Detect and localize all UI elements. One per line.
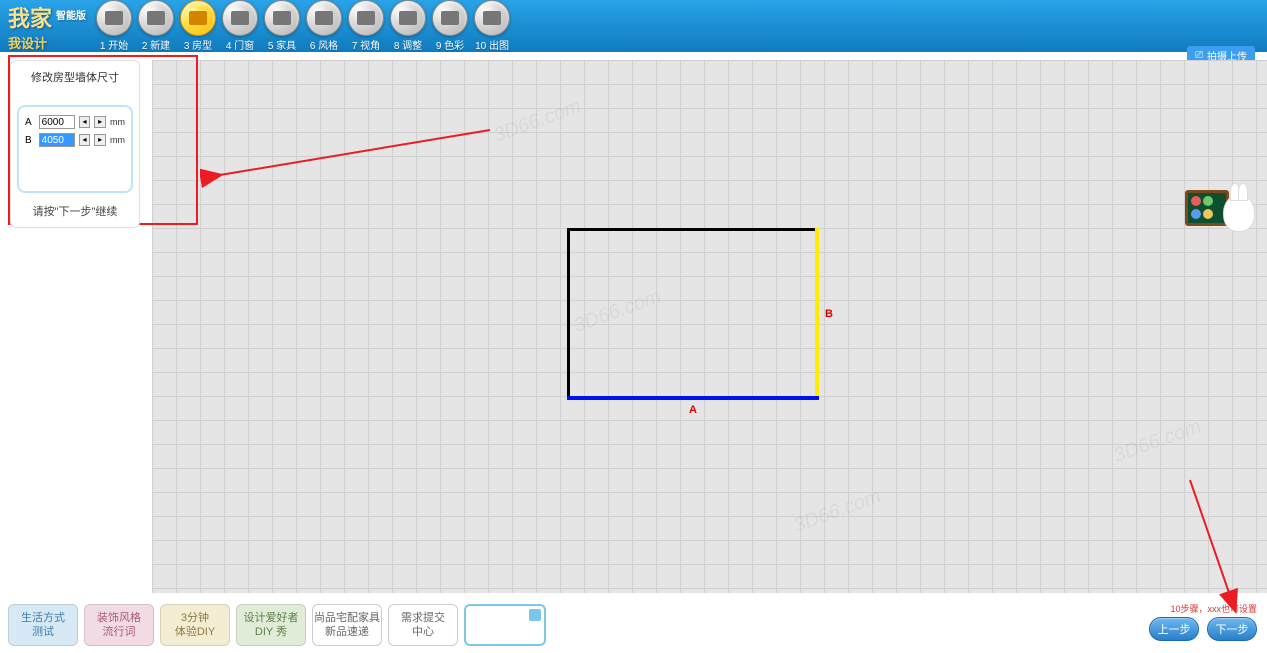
dim-input-a[interactable]: [39, 115, 75, 129]
bottom-tab-4[interactable]: 尚品宅配家具新品速递: [312, 604, 382, 646]
step-circle-icon: [306, 0, 342, 36]
step-2[interactable]: 2 新建: [138, 0, 174, 52]
logo-script: 我设计: [8, 33, 52, 52]
step-7[interactable]: 7 视角: [348, 0, 384, 52]
dim-label: A: [25, 117, 35, 128]
wizard-steps: 1 开始 2 新建 3 房型 4 门窗 5 家具 6 风格 7 视角 8 调整 9 色彩 10 出…: [96, 0, 510, 52]
step-circle-icon: [264, 0, 300, 36]
step-label: 9 色彩: [436, 37, 464, 52]
mascot: [1185, 190, 1255, 240]
wall-left[interactable]: [567, 228, 570, 400]
step-label: 8 调整: [394, 37, 422, 52]
dim-unit: mm: [110, 135, 125, 145]
step-circle-icon: [432, 0, 468, 36]
step-label: 7 视角: [352, 37, 380, 52]
bottom-tab-0[interactable]: 生活方式测试: [8, 604, 78, 646]
wall-bottom-a[interactable]: [567, 396, 819, 400]
step-6[interactable]: 6 风格: [306, 0, 342, 52]
dimension-box: A ◂▸ mm B ◂▸ mm: [17, 105, 133, 193]
logo-main: 我家: [8, 1, 52, 33]
step-label: 6 风格: [310, 37, 338, 52]
step-3[interactable]: 3 房型: [180, 0, 216, 52]
bottom-tab-3[interactable]: 设计爱好者DIY 秀: [236, 604, 306, 646]
wall-right-b[interactable]: [815, 228, 819, 400]
step-circle-icon: [138, 0, 174, 36]
dim-input-b[interactable]: [39, 133, 75, 147]
watermark: 3D66.com: [1111, 415, 1205, 468]
step-circle-icon: [348, 0, 384, 36]
step-label: 2 新建: [142, 37, 170, 52]
dim-label: B: [25, 135, 35, 146]
tab-label: 装饰风格流行词: [97, 611, 141, 640]
tab-label: 3分钟体验DIY: [175, 611, 215, 640]
dim-decrease-button[interactable]: ◂: [79, 116, 91, 128]
panel-title: 修改房型墙体尺寸: [17, 69, 133, 85]
tab-label: 需求提交中心: [401, 611, 445, 640]
step-label: 1 开始: [100, 37, 128, 52]
step-circle-icon: [222, 0, 258, 36]
dim-increase-button[interactable]: ▸: [94, 116, 106, 128]
room-rectangle[interactable]: A B: [567, 228, 819, 400]
step-circle-icon: [474, 0, 510, 36]
tab-label: 尚品宅配家具新品速递: [314, 611, 380, 640]
watermark: 3D66.com: [791, 485, 885, 538]
step-10[interactable]: 10 出图: [474, 0, 510, 52]
chat-box[interactable]: [464, 604, 546, 646]
dimension-marker-b: B: [825, 308, 833, 320]
app-header: 我家 我设计 智能版 1 开始 2 新建 3 房型 4 门窗 5 家具 6 风格 7 视角 8…: [0, 0, 1267, 52]
logo-sub: 智能版: [56, 7, 86, 22]
step-1[interactable]: 1 开始: [96, 0, 132, 52]
step-8[interactable]: 8 调整: [390, 0, 426, 52]
app-logo: 我家 我设计 智能版: [8, 1, 86, 52]
dim-unit: mm: [110, 117, 125, 127]
tab-label: 设计爱好者DIY 秀: [244, 611, 299, 640]
panel-hint: 请按"下一步"继续: [17, 203, 133, 219]
bunny-icon: [1223, 194, 1255, 232]
bottom-bar: 生活方式测试 装饰风格流行词 3分钟体验DIY 设计爱好者DIY 秀尚品宅配家具新品速…: [0, 597, 1267, 653]
step-label: 5 家具: [268, 37, 296, 52]
bottom-tab-5[interactable]: 需求提交中心: [388, 604, 458, 646]
step-label: 4 门窗: [226, 37, 254, 52]
step-circle-icon: [390, 0, 426, 36]
step-label: 10 出图: [475, 37, 509, 52]
dim-decrease-button[interactable]: ◂: [79, 134, 91, 146]
annotation-arrow-1: [200, 120, 500, 200]
annotation-arrow-2: [1180, 470, 1260, 630]
tab-label: 生活方式测试: [21, 611, 65, 640]
step-circle-icon: [96, 0, 132, 36]
step-circle-icon: [180, 0, 216, 36]
step-5[interactable]: 5 家具: [264, 0, 300, 52]
dimension-marker-a: A: [689, 404, 697, 416]
watermark: 3D66.com: [491, 95, 585, 148]
step-label: 3 房型: [184, 37, 212, 52]
step-9[interactable]: 9 色彩: [432, 0, 468, 52]
dim-row-b: B ◂▸ mm: [25, 133, 125, 147]
dimension-panel: 修改房型墙体尺寸 A ◂▸ mm B ◂▸ mm 请按"下一步"继续: [10, 60, 140, 228]
wall-top[interactable]: [567, 228, 819, 231]
dim-increase-button[interactable]: ▸: [94, 134, 106, 146]
chat-icon: [529, 609, 541, 621]
step-4[interactable]: 4 门窗: [222, 0, 258, 52]
dim-row-a: A ◂▸ mm: [25, 115, 125, 129]
bottom-tab-2[interactable]: 3分钟体验DIY: [160, 604, 230, 646]
bottom-tab-1[interactable]: 装饰风格流行词: [84, 604, 154, 646]
